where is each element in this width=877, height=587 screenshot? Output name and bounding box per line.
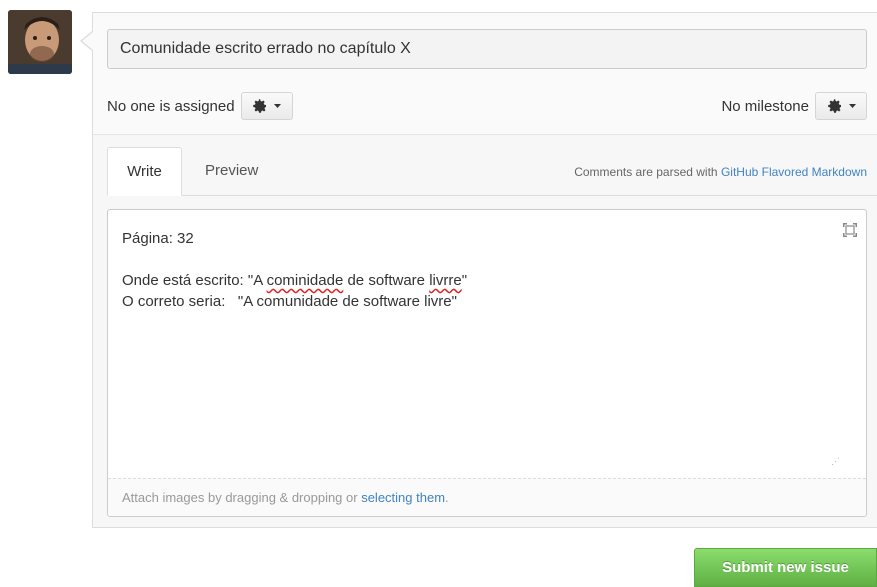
assignee-label: No one is assigned (107, 97, 235, 115)
fullscreen-icon[interactable] (842, 222, 858, 238)
attach-suffix: . (445, 490, 449, 505)
markdown-help-link[interactable]: GitHub Flavored Markdown (721, 165, 867, 179)
issue-title-input[interactable]: Comunidade escrito errado no capítulo X (107, 29, 867, 69)
markdown-note: Comments are parsed with GitHub Flavored… (574, 165, 867, 179)
misspelled-word[interactable]: cominidade (267, 272, 344, 289)
tab-write[interactable]: Write (107, 147, 182, 196)
avatar (8, 10, 72, 74)
milestone-gear-button[interactable] (815, 92, 867, 120)
chevron-down-icon (274, 104, 282, 108)
assignee-gear-button[interactable] (240, 92, 293, 120)
milestone-section: No milestone (721, 91, 867, 121)
editor-line-3-suffix: " (461, 272, 468, 289)
submit-new-issue-button[interactable]: Submit new issue (694, 548, 877, 587)
comment-body[interactable]: Página: 32 Onde está escrito: "A cominid… (122, 228, 826, 312)
milestone-label: No milestone (721, 97, 809, 115)
comment-caret-inner (82, 32, 93, 50)
attach-images-bar: Attach images by dragging & dropping or … (108, 478, 866, 516)
tab-preview[interactable]: Preview (189, 147, 274, 195)
editor-line-1: Página: 32 (122, 230, 194, 247)
resize-handle-icon[interactable]: ⋰ (831, 456, 840, 467)
markdown-note-text: Comments are parsed with (574, 165, 721, 179)
gear-icon (827, 99, 841, 113)
misspelled-word[interactable]: livrre (429, 272, 462, 289)
editor-line-3-mid: de software (343, 272, 430, 289)
assignee-section: No one is assigned (107, 91, 293, 121)
new-issue-form: Comunidade escrito errado no capítulo X … (92, 12, 877, 528)
comment-textarea[interactable]: Página: 32 Onde está escrito: "A cominid… (107, 209, 867, 517)
gear-icon (253, 99, 267, 113)
chevron-down-icon (848, 104, 856, 108)
attach-text: Attach images by dragging & dropping or (122, 490, 362, 505)
issue-header: Comunidade escrito errado no capítulo X … (93, 13, 877, 135)
select-files-link[interactable]: selecting them (361, 490, 445, 505)
editor-line-3-prefix: Onde está escrito: "A (122, 272, 267, 289)
editor-line-4: O correto seria: "A comunidade de softwa… (122, 293, 457, 310)
user-photo (8, 10, 72, 74)
